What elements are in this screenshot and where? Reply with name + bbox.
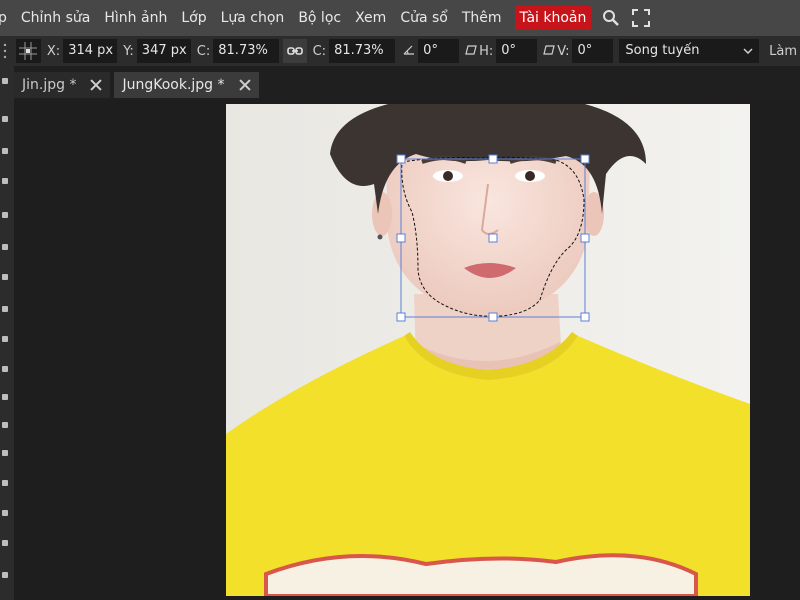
search-icon[interactable] <box>601 8 621 28</box>
skew-v-label: V: <box>557 43 570 59</box>
reference-point-icon[interactable] <box>15 39 41 63</box>
tool-clone-icon[interactable] <box>2 336 8 342</box>
rotate-field[interactable]: 0° <box>418 39 460 63</box>
skew-v-field[interactable]: 0° <box>572 39 614 63</box>
tool-eraser-icon[interactable] <box>2 366 8 372</box>
menu-layer[interactable]: Lớp <box>174 6 213 30</box>
tool-blur-icon[interactable] <box>2 422 8 428</box>
interpolation-select[interactable]: Song tuyến <box>619 39 760 63</box>
tool-wand-icon[interactable] <box>2 178 8 184</box>
skew-h-icon <box>465 44 477 59</box>
document-canvas[interactable] <box>226 104 750 596</box>
menu-filter[interactable]: Bộ lọc <box>291 6 348 30</box>
tool-fill-icon[interactable] <box>2 394 8 400</box>
y-position-field[interactable]: 347 px <box>136 39 191 63</box>
menu-view[interactable]: Xem <box>348 6 393 30</box>
tool-eyedropper-icon[interactable] <box>2 244 8 250</box>
menu-edit[interactable]: Chỉnh sửa <box>14 6 97 30</box>
x-position-field[interactable]: 314 px <box>63 39 118 63</box>
tool-heal-icon[interactable] <box>2 274 8 280</box>
tool-type-icon[interactable] <box>2 510 8 516</box>
account-button[interactable]: Tài khoản <box>514 6 592 30</box>
menu-bar: p Chỉnh sửa Hình ảnh Lớp Lựa chọn Bộ lọc… <box>0 0 800 36</box>
tab-jungkook[interactable]: JungKook.jpg * <box>114 72 259 98</box>
portrait-image <box>226 104 750 596</box>
menu-select[interactable]: Lựa chọn <box>214 6 292 30</box>
tool-pen-icon[interactable] <box>2 480 8 486</box>
tool-move-icon[interactable] <box>2 78 8 84</box>
menu-image[interactable]: Hình ảnh <box>97 6 174 30</box>
skew-v-icon <box>543 44 556 59</box>
rotate-icon <box>403 43 415 59</box>
menu-file[interactable]: p <box>0 6 14 30</box>
tool-crop-icon[interactable] <box>2 212 8 218</box>
height-label: C: <box>312 43 327 59</box>
height-scale-field[interactable]: 81.73% <box>329 39 396 63</box>
options-bar: X: 314 px Y: 347 px C: 81.73% C: 81.73% … <box>0 36 800 66</box>
tool-marquee-icon[interactable] <box>2 116 8 122</box>
width-scale-field[interactable]: 81.73% <box>213 39 280 63</box>
x-label: X: <box>46 43 61 59</box>
chevron-down-icon <box>743 39 753 63</box>
tool-brush-icon[interactable] <box>2 306 8 312</box>
overflow-option[interactable]: Làm <box>769 44 797 59</box>
skew-h-field[interactable]: 0° <box>496 39 538 63</box>
tool-hand-icon[interactable] <box>2 572 8 578</box>
close-icon[interactable] <box>90 79 102 91</box>
tab-label: JungKook.jpg * <box>122 77 225 93</box>
tool-dodge-icon[interactable] <box>2 450 8 456</box>
menu-more[interactable]: Thêm <box>455 6 509 30</box>
skew-h-label: H: <box>479 43 494 59</box>
tab-jin[interactable]: Jin.jpg * <box>14 72 111 98</box>
tab-label: Jin.jpg * <box>22 77 77 93</box>
close-icon[interactable] <box>239 79 251 91</box>
tool-shape-icon[interactable] <box>2 540 8 546</box>
y-label: Y: <box>123 43 134 59</box>
fullscreen-icon[interactable] <box>631 8 651 28</box>
document-tabs: Jin.jpg * JungKook.jpg * <box>14 72 263 100</box>
interpolation-value: Song tuyến <box>625 43 700 58</box>
link-proportions-icon[interactable] <box>283 39 307 63</box>
tools-panel <box>0 66 14 600</box>
move-tool-handle-icon <box>2 39 10 63</box>
menu-window[interactable]: Cửa sổ <box>393 6 455 30</box>
tool-lasso-icon[interactable] <box>2 148 8 154</box>
width-label: C: <box>196 43 211 59</box>
